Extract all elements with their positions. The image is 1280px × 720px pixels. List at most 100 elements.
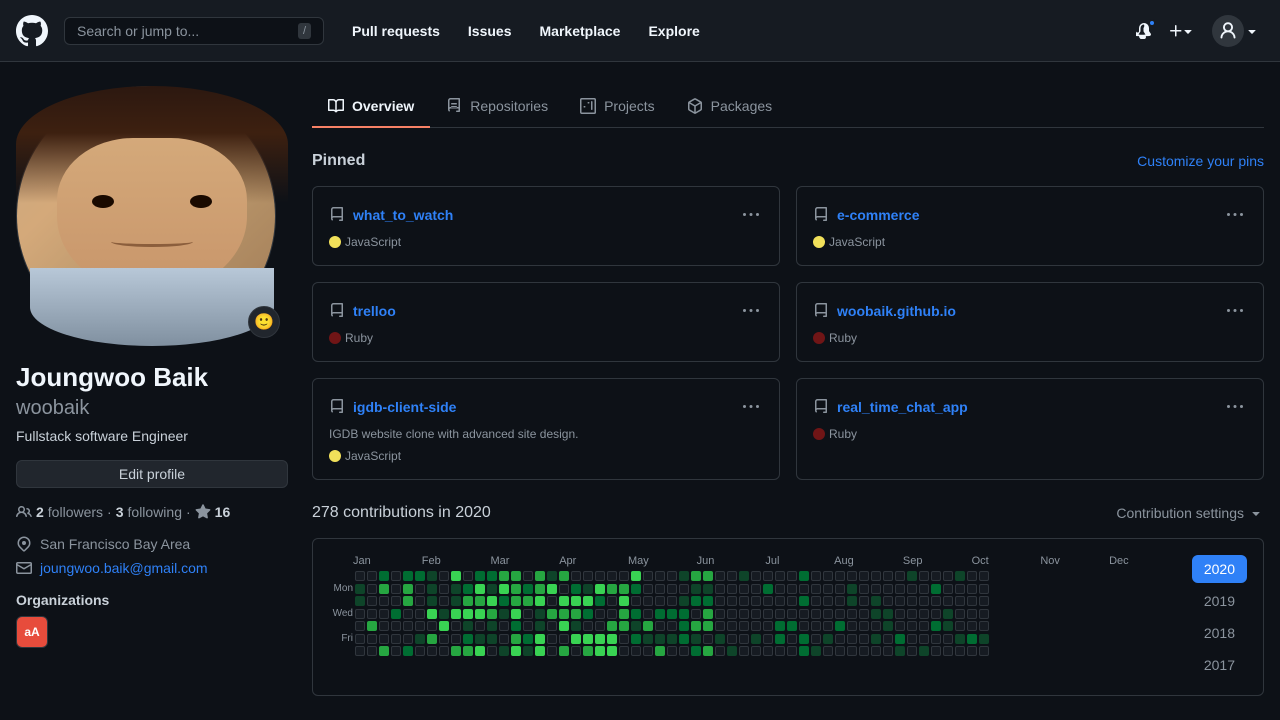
contribution-cell[interactable] xyxy=(775,609,785,619)
contribution-cell[interactable] xyxy=(691,609,701,619)
contribution-cell[interactable] xyxy=(895,609,905,619)
contribution-cell[interactable] xyxy=(583,596,593,606)
contribution-cell[interactable] xyxy=(607,609,617,619)
contribution-cell[interactable] xyxy=(703,646,713,656)
contribution-cell[interactable] xyxy=(835,621,845,631)
contribution-cell[interactable] xyxy=(679,571,689,581)
notifications-button[interactable] xyxy=(1132,19,1156,43)
contribution-cell[interactable] xyxy=(655,596,665,606)
contribution-cell[interactable] xyxy=(847,634,857,644)
contribution-cell[interactable] xyxy=(499,571,509,581)
contribution-cell[interactable] xyxy=(559,634,569,644)
contribution-cell[interactable] xyxy=(859,646,869,656)
contribution-cell[interactable] xyxy=(523,646,533,656)
contribution-cell[interactable] xyxy=(559,571,569,581)
contribution-cell[interactable] xyxy=(535,634,545,644)
contribution-cell[interactable] xyxy=(403,571,413,581)
contribution-cell[interactable] xyxy=(379,634,389,644)
contribution-cell[interactable] xyxy=(379,584,389,594)
contribution-cell[interactable] xyxy=(907,646,917,656)
contribution-cell[interactable] xyxy=(499,634,509,644)
contribution-cell[interactable] xyxy=(943,609,953,619)
contribution-cell[interactable] xyxy=(523,571,533,581)
contribution-cell[interactable] xyxy=(955,634,965,644)
contribution-cell[interactable] xyxy=(523,609,533,619)
contribution-cell[interactable] xyxy=(787,646,797,656)
card-6-title[interactable]: real_time_chat_app xyxy=(837,399,968,415)
contribution-cell[interactable] xyxy=(475,584,485,594)
contribution-cell[interactable] xyxy=(979,634,989,644)
following-count-link[interactable]: 3 xyxy=(116,504,124,520)
contribution-cell[interactable] xyxy=(631,634,641,644)
nav-issues[interactable]: Issues xyxy=(456,15,524,47)
contribution-cell[interactable] xyxy=(559,646,569,656)
contribution-cell[interactable] xyxy=(583,621,593,631)
contribution-cell[interactable] xyxy=(451,596,461,606)
contribution-cell[interactable] xyxy=(619,584,629,594)
contribution-cell[interactable] xyxy=(643,571,653,581)
contribution-cell[interactable] xyxy=(799,596,809,606)
contribution-cell[interactable] xyxy=(931,596,941,606)
contribution-cell[interactable] xyxy=(739,634,749,644)
contribution-cell[interactable] xyxy=(811,634,821,644)
contribution-cell[interactable] xyxy=(415,621,425,631)
tab-overview[interactable]: Overview xyxy=(312,86,430,128)
contribution-cell[interactable] xyxy=(955,571,965,581)
contribution-cell[interactable] xyxy=(823,646,833,656)
card-5-title[interactable]: igdb-client-side xyxy=(353,399,456,415)
contribution-cell[interactable] xyxy=(523,621,533,631)
contribution-cell[interactable] xyxy=(811,596,821,606)
contribution-cell[interactable] xyxy=(943,584,953,594)
card-3-title[interactable]: trelloo xyxy=(353,303,396,319)
contribution-cell[interactable] xyxy=(871,596,881,606)
contribution-cell[interactable] xyxy=(643,621,653,631)
contribution-cell[interactable] xyxy=(823,609,833,619)
contribution-cell[interactable] xyxy=(499,621,509,631)
contribution-cell[interactable] xyxy=(367,646,377,656)
contribution-cell[interactable] xyxy=(739,584,749,594)
contribution-cell[interactable] xyxy=(487,621,497,631)
contribution-cell[interactable] xyxy=(655,609,665,619)
contribution-cell[interactable] xyxy=(355,634,365,644)
contribution-cell[interactable] xyxy=(607,621,617,631)
contribution-cell[interactable] xyxy=(571,621,581,631)
nav-pull-requests[interactable]: Pull requests xyxy=(340,15,452,47)
contribution-cell[interactable] xyxy=(439,596,449,606)
contribution-cell[interactable] xyxy=(475,571,485,581)
contribution-cell[interactable] xyxy=(391,646,401,656)
contribution-cell[interactable] xyxy=(667,634,677,644)
contribution-cell[interactable] xyxy=(463,621,473,631)
contribution-cell[interactable] xyxy=(907,584,917,594)
contribution-cell[interactable] xyxy=(883,621,893,631)
contribution-cell[interactable] xyxy=(799,634,809,644)
contribution-cell[interactable] xyxy=(379,609,389,619)
contribution-cell[interactable] xyxy=(535,609,545,619)
contribution-cell[interactable] xyxy=(523,596,533,606)
card-4-title[interactable]: woobaik.github.io xyxy=(837,303,956,319)
contribution-cell[interactable] xyxy=(451,609,461,619)
contribution-cell[interactable] xyxy=(367,584,377,594)
contribution-cell[interactable] xyxy=(847,584,857,594)
contribution-cell[interactable] xyxy=(547,596,557,606)
contribution-cell[interactable] xyxy=(943,634,953,644)
contribution-cell[interactable] xyxy=(427,621,437,631)
contribution-cell[interactable] xyxy=(847,596,857,606)
contribution-cell[interactable] xyxy=(667,584,677,594)
contribution-cell[interactable] xyxy=(559,621,569,631)
contribution-cell[interactable] xyxy=(655,571,665,581)
contribution-cell[interactable] xyxy=(559,596,569,606)
card-5-more-button[interactable] xyxy=(739,395,763,419)
contribution-cell[interactable] xyxy=(967,621,977,631)
contribution-cell[interactable] xyxy=(883,571,893,581)
search-bar[interactable]: Search or jump to... / xyxy=(64,17,324,45)
contribution-cell[interactable] xyxy=(907,621,917,631)
contribution-cell[interactable] xyxy=(799,584,809,594)
contribution-cell[interactable] xyxy=(895,571,905,581)
contribution-cell[interactable] xyxy=(571,584,581,594)
contribution-cell[interactable] xyxy=(775,584,785,594)
contribution-cell[interactable] xyxy=(919,609,929,619)
contribution-cell[interactable] xyxy=(811,571,821,581)
contribution-cell[interactable] xyxy=(643,584,653,594)
contribution-cell[interactable] xyxy=(439,621,449,631)
contribution-cell[interactable] xyxy=(391,571,401,581)
